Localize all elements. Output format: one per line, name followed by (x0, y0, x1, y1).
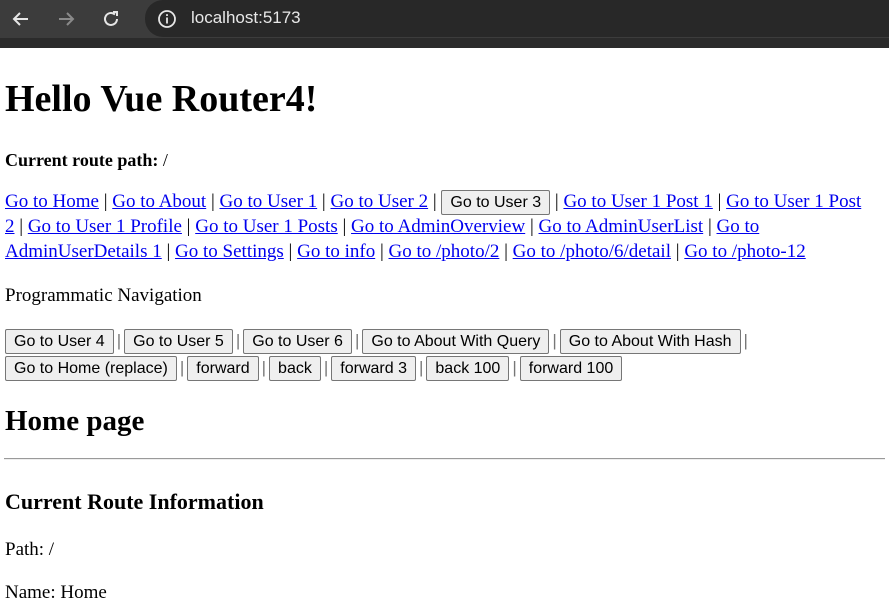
separator: | (707, 216, 712, 238)
url-text[interactable]: localhost:5173 (191, 8, 301, 28)
programmatic-navigation-title: Programmatic Navigation (5, 285, 202, 306)
separator: | (235, 331, 241, 350)
link-admin-overview[interactable]: Go to AdminOverview (351, 216, 525, 237)
separator: | (103, 191, 108, 212)
nav-links: Go to Home | Go to About | Go to User 1 … (5, 190, 873, 264)
address-bar[interactable]: localhost:5173 (145, 0, 889, 37)
forward-arrow-icon[interactable] (53, 6, 79, 32)
route-path-label: Current route path: (5, 150, 159, 170)
back-button[interactable]: back (269, 356, 321, 382)
link-user-2[interactable]: Go to User 2 (330, 191, 428, 212)
current-route-path: Current route path: / (5, 150, 168, 171)
separator: | (554, 191, 559, 212)
go-to-home-replace-button[interactable]: Go to Home (replace) (5, 356, 177, 382)
divider (4, 458, 885, 460)
route-info-heading: Current Route Information (5, 489, 264, 514)
link-user-1-post-1[interactable]: Go to User 1 Post 1 (563, 191, 712, 212)
reload-icon[interactable] (98, 6, 124, 32)
separator: | (166, 240, 171, 262)
link-admin-user-list[interactable]: Go to AdminUserList (539, 216, 704, 237)
go-to-about-with-query-button[interactable]: Go to About With Query (362, 329, 550, 355)
page-title: Hello Vue Router4! (5, 78, 318, 120)
site-info-icon[interactable] (157, 9, 177, 29)
link-user-1-posts[interactable]: Go to User 1 Posts (195, 216, 338, 237)
separator: | (529, 216, 534, 238)
forward-100-button[interactable]: forward 100 (519, 356, 623, 382)
home-page-heading: Home page (5, 405, 145, 437)
separator: | (512, 358, 517, 378)
separator: | (717, 191, 722, 212)
forward-3-button[interactable]: forward 3 (331, 356, 416, 382)
separator: | (743, 331, 748, 350)
separator: | (116, 331, 122, 350)
go-to-user-3-button[interactable]: Go to User 3 (441, 190, 551, 216)
link-home[interactable]: Go to Home (5, 191, 99, 212)
link-info[interactable]: Go to info (297, 241, 375, 262)
separator: | (288, 240, 293, 262)
go-to-user-6-button[interactable]: Go to User 6 (243, 329, 352, 355)
separator: | (210, 191, 215, 212)
route-path-value: / (162, 150, 168, 170)
separator: | (354, 331, 360, 350)
separator: | (19, 216, 24, 238)
go-to-about-with-hash-button[interactable]: Go to About With Hash (559, 329, 741, 355)
link-settings[interactable]: Go to Settings (175, 241, 284, 262)
link-photo-12[interactable]: Go to /photo-12 (684, 241, 805, 262)
link-about[interactable]: Go to About (112, 191, 206, 212)
separator: | (179, 358, 185, 378)
link-user-1[interactable]: Go to User 1 (220, 191, 318, 212)
separator: | (552, 331, 557, 350)
separator: | (432, 191, 437, 212)
programmatic-buttons: Go to User 4 | Go to User 5 | Go to User 6 | G… (5, 327, 885, 382)
separator: | (323, 358, 329, 378)
route-name-line: Name: Home (5, 582, 107, 603)
separator: | (321, 191, 326, 212)
separator: | (186, 216, 191, 238)
back-100-button[interactable]: back 100 (426, 356, 510, 382)
browser-toolbar: localhost:5173 (0, 0, 889, 48)
separator: | (261, 358, 267, 378)
link-photo-6-detail[interactable]: Go to /photo/6/detail (513, 241, 671, 262)
separator: | (418, 358, 424, 378)
separator: | (342, 216, 347, 238)
go-to-user-5-button[interactable]: Go to User 5 (124, 329, 233, 355)
back-arrow-icon[interactable] (8, 6, 34, 32)
link-photo-2[interactable]: Go to /photo/2 (389, 241, 500, 262)
link-user-1-profile[interactable]: Go to User 1 Profile (28, 216, 182, 237)
toolbar-strip (0, 38, 889, 48)
separator: | (504, 240, 508, 262)
separator: | (675, 240, 680, 262)
go-to-user-4-button[interactable]: Go to User 4 (5, 329, 114, 355)
separator: | (379, 240, 384, 262)
forward-button[interactable]: forward (187, 356, 259, 382)
route-path-line: Path: / (5, 539, 55, 560)
